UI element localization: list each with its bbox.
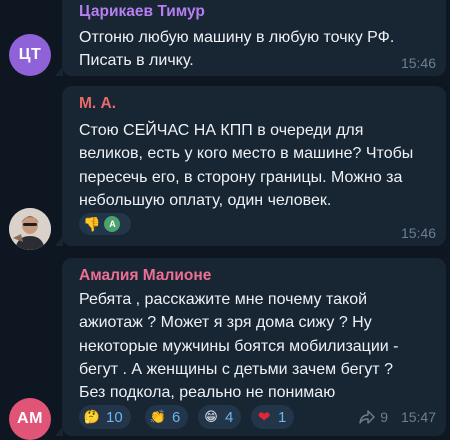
bubble-tail [55,236,63,246]
message-line: бегут . А женщины с детьми зачем бегут ? [79,360,393,378]
reaction-thumbs-down[interactable]: 👎 A [79,213,131,235]
message-text: Отгоню любую машину в любую точку РФ. Пи… [79,26,394,73]
reaction-heart[interactable]: ❤ 1 [251,405,295,429]
reaction-thinking[interactable]: 🤔 10 [79,405,131,429]
forward-count: 9 [380,409,388,425]
avatar[interactable]: AM [9,398,51,440]
sender-name[interactable]: Амалия Малионе [79,267,211,285]
reaction-count: 10 [106,408,123,426]
bubble-tail [55,426,63,436]
message-time: 15:46 [400,55,436,71]
clapping-hands-icon: 👏 [149,409,167,424]
bubble-tail [55,66,63,76]
reaction-count: 6 [172,408,181,426]
message-3[interactable]: AM Амалия Малионе Ребята , расскажите мн… [0,258,450,440]
forward-arrow-icon [359,410,375,424]
message-line: ажиотаж ? Может я зря дома сижу ? Ну [79,314,372,332]
message-line: Отгоню любую машину в любую точку РФ. [79,29,395,46]
avatar-initials: AM [17,410,43,427]
message-text: Стою СЕЙЧАС НА КПП в очереди для великов… [79,119,413,212]
grinning-face-icon: 😁 [204,409,218,424]
message-text: Ребята , расскажите мне почему такой ажи… [79,288,399,404]
forward-counter: 9 [359,409,388,425]
reaction-count: 1 [278,408,287,426]
sender-name[interactable]: Царикаев Тимур [79,3,205,21]
message-2[interactable]: М. А. Стою СЕЙЧАС НА КПП в очереди для в… [0,86,450,254]
thinking-face-icon: 🤔 [83,409,101,424]
message-bubble[interactable]: Амалия Малионе Ребята , расскажите мне п… [55,258,446,436]
message-1[interactable]: ЦТ Царикаев Тимур Отгоню любую машину в … [0,0,450,80]
message-bubble[interactable]: М. А. Стою СЕЙЧАС НА КПП в очереди для в… [55,86,446,246]
message-line: Стою СЕЙЧАС НА КПП в очереди для [79,122,364,139]
reaction-count: 4 [225,408,234,426]
sender-name[interactable]: М. А. [79,95,116,113]
red-heart-icon: ❤ [257,409,271,426]
message-line: небольшую оплату, один человек. [79,191,332,209]
avatar[interactable] [9,208,51,250]
message-time: 15:47 [400,409,436,425]
message-line: пересечь его, в сторону границы. Можно з… [79,168,403,186]
thumbs-down-icon: 👎 [83,215,101,232]
reaction-clapping[interactable]: 👏 6 [145,405,189,429]
reaction-grinning[interactable]: 😁 4 [198,405,242,429]
message-time: 15:46 [400,225,436,241]
message-line: великов, есть у кого место в машине? Что… [79,145,414,163]
user-photo-avatar [9,208,51,250]
message-bubble[interactable]: Царикаев Тимур Отгоню любую машину в люб… [55,0,446,76]
message-line: Ребята , расскажите мне почему такой [79,291,368,308]
avatar-initials: ЦТ [18,46,42,63]
message-line: Без подкола, реально не понимаю [79,384,336,402]
avatar[interactable]: ЦТ [9,34,51,76]
message-line: Писать в личку. [79,52,194,70]
message-line: некоторые мужчины боятся мобилизации - [79,337,399,355]
reactor-avatar[interactable]: A [104,216,121,232]
